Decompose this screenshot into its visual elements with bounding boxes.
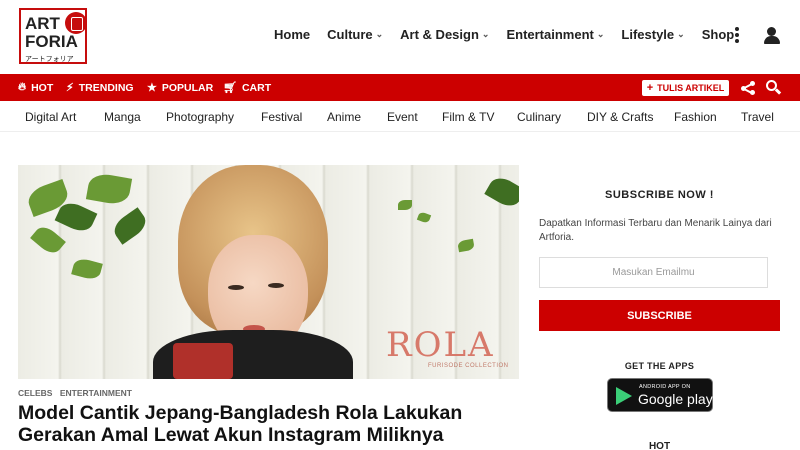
chevron-down-icon: ⌄ [375,29,384,39]
email-field[interactable] [539,257,768,288]
logo-line-1: ART [25,14,60,33]
bolt-icon: ⚡︎ [66,82,74,94]
category-film-tv[interactable]: Film & TV [442,110,494,124]
category-diy-crafts[interactable]: DIY & Crafts [587,110,653,124]
main-nav: Home Culture ⌄ Art & Design ⌄ Entertainmen… [274,27,751,42]
logo-seal-icon [65,12,87,34]
nav-art-design[interactable]: Art & Design ⌄ [400,27,489,42]
quick-link-hot[interactable]: 🔥︎ HOT [18,81,53,94]
site-header: ART FORIA アートフォリア Home Culture ⌄ Art & De… [0,0,800,73]
gplay-big-text: Google play [638,391,713,407]
plus-icon: + [646,82,654,94]
share-icon[interactable] [741,81,755,95]
artforia-logo[interactable]: ART FORIA アートフォリア [19,8,87,64]
article-tags: CELEBS ENTERTAINMENT [18,388,137,398]
chevron-down-icon: ⌄ [677,29,685,39]
quick-link-trending[interactable]: ⚡︎ TRENDING [66,81,134,95]
image-caption-title: ROLA [386,325,495,365]
logo-line-2: FORIA [25,32,78,51]
category-fashion[interactable]: Fashion [674,110,717,124]
subscribe-title: SUBSCRIBE NOW ! [605,189,714,201]
article-headline[interactable]: Model Cantik Jepang-Bangladesh Rola Laku… [18,402,518,446]
category-photography[interactable]: Photography [166,110,234,124]
tag-entertainment[interactable]: ENTERTAINMENT [60,388,132,398]
category-manga[interactable]: Manga [104,110,141,124]
star-icon: ★ [147,82,157,94]
gplay-small-text: ANDROID APP ON [639,384,691,390]
nav-culture[interactable]: Culture ⌄ [327,27,383,42]
cart-icon: 🛒︎ [223,82,237,94]
category-culinary[interactable]: Culinary [517,110,561,124]
quick-link-cart[interactable]: 🛒︎ CART [223,81,271,95]
category-anime[interactable]: Anime [327,110,361,124]
category-digital-art[interactable]: Digital Art [25,110,76,124]
write-article-button[interactable]: + TULIS ARTIKEL [642,80,729,96]
category-travel[interactable]: Travel [741,110,774,124]
google-play-badge[interactable]: ANDROID APP ON Google play [607,378,713,412]
category-event[interactable]: Event [387,110,418,124]
chevron-down-icon: ⌄ [481,29,490,39]
quick-link-popular[interactable]: ★ POPULAR [147,81,213,95]
more-options-icon[interactable] [734,27,740,43]
category-bar: Digital Art Manga Photography Festival A… [0,101,800,132]
subscribe-description: Dapatkan Informasi Terbaru dan Menarik L… [539,218,772,243]
fire-icon: 🔥︎ [18,81,27,93]
hot-section-title: HOT [648,441,671,450]
get-apps-title: GET THE APPS [624,361,695,371]
google-play-icon [616,387,632,405]
chevron-down-icon: ⌄ [596,29,605,39]
nav-entertainment[interactable]: Entertainment ⌄ [506,27,604,42]
logo-kana: アートフォリア [25,55,74,63]
nav-shop[interactable]: Shop [702,27,735,42]
user-account-icon[interactable] [763,27,781,45]
search-icon[interactable] [766,80,782,95]
tag-celebs[interactable]: CELEBS [18,388,52,398]
subscribe-button[interactable]: SUBSCRIBE [539,300,780,331]
nav-lifestyle[interactable]: Lifestyle ⌄ [621,27,684,42]
image-caption-subtitle: FURISODE COLLECTION [428,363,509,369]
article-hero-image[interactable]: ROLA FURISODE COLLECTION [18,165,519,379]
quick-links-bar: 🔥︎ HOT ⚡︎ TRENDING ★ POPULAR 🛒︎ CART + TULIS … [0,74,800,101]
category-festival[interactable]: Festival [261,110,302,124]
nav-home[interactable]: Home [274,27,310,42]
